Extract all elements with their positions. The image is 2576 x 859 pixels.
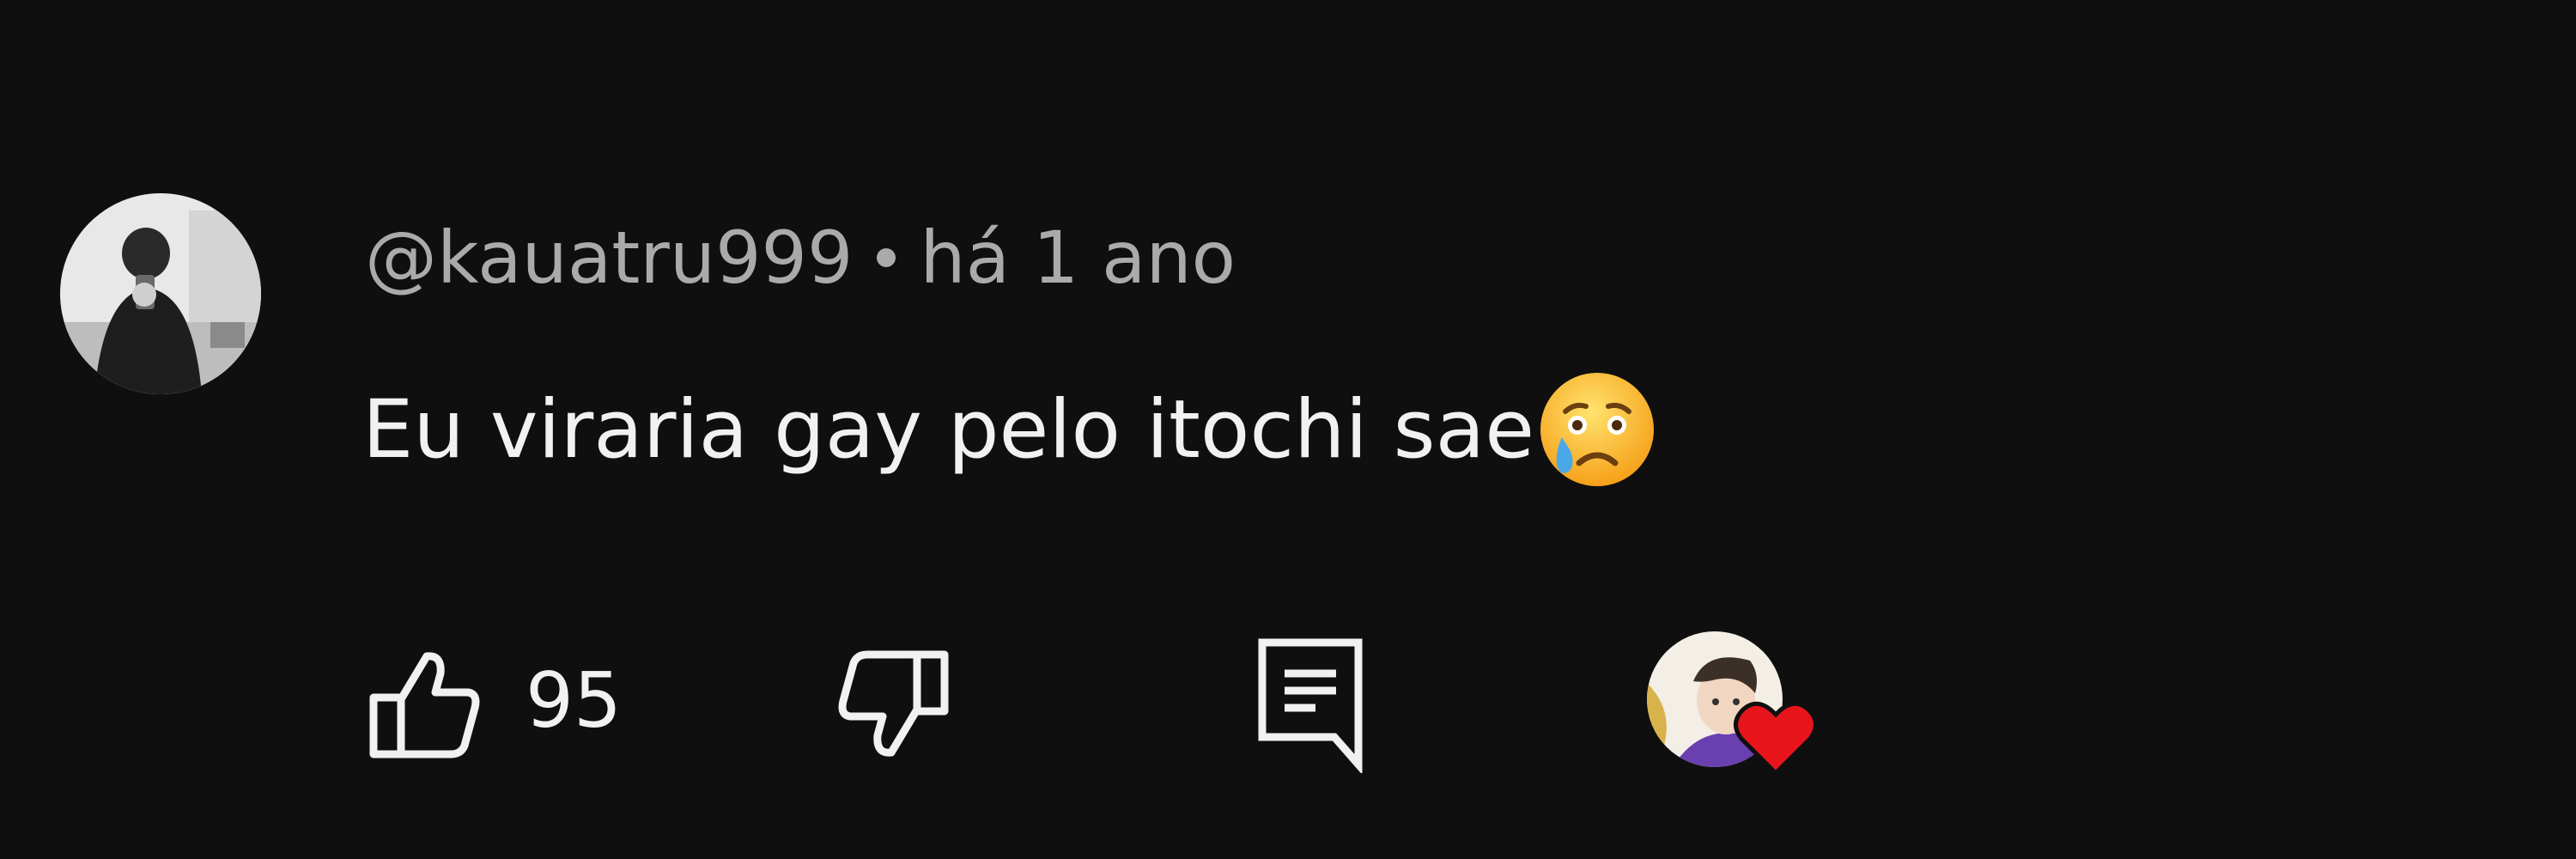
creator-heart-badge[interactable] — [1647, 627, 1819, 782]
author-avatar[interactable] — [60, 193, 261, 394]
dislike-button[interactable] — [833, 644, 953, 765]
comment-header: @kauatru999 há 1 ano — [365, 216, 1236, 300]
reply-button[interactable] — [1255, 636, 1367, 773]
thumbs-up-icon — [369, 652, 480, 758]
like-count: 95 — [526, 656, 622, 745]
comment-body: Eu viraria gay pelo itochi sae — [362, 373, 1658, 486]
comment-timestamp[interactable]: há 1 ano — [920, 216, 1236, 300]
author-handle[interactable]: @kauatru999 — [365, 216, 853, 300]
comment-action-bar: 95 — [0, 627, 2576, 782]
heart-icon — [1733, 698, 1819, 777]
avatar-photo — [60, 193, 261, 394]
reply-comment-icon — [1258, 638, 1363, 773]
comment-text: Eu viraria gay pelo itochi sae — [362, 382, 1535, 477]
thumbs-down-icon — [838, 650, 949, 757]
like-button[interactable] — [365, 644, 485, 765]
separator-dot — [877, 248, 896, 267]
crying-face-emoji-icon — [1536, 369, 1658, 490]
comment-thread-item: @kauatru999 há 1 ano Eu viraria gay pelo… — [0, 0, 2576, 859]
